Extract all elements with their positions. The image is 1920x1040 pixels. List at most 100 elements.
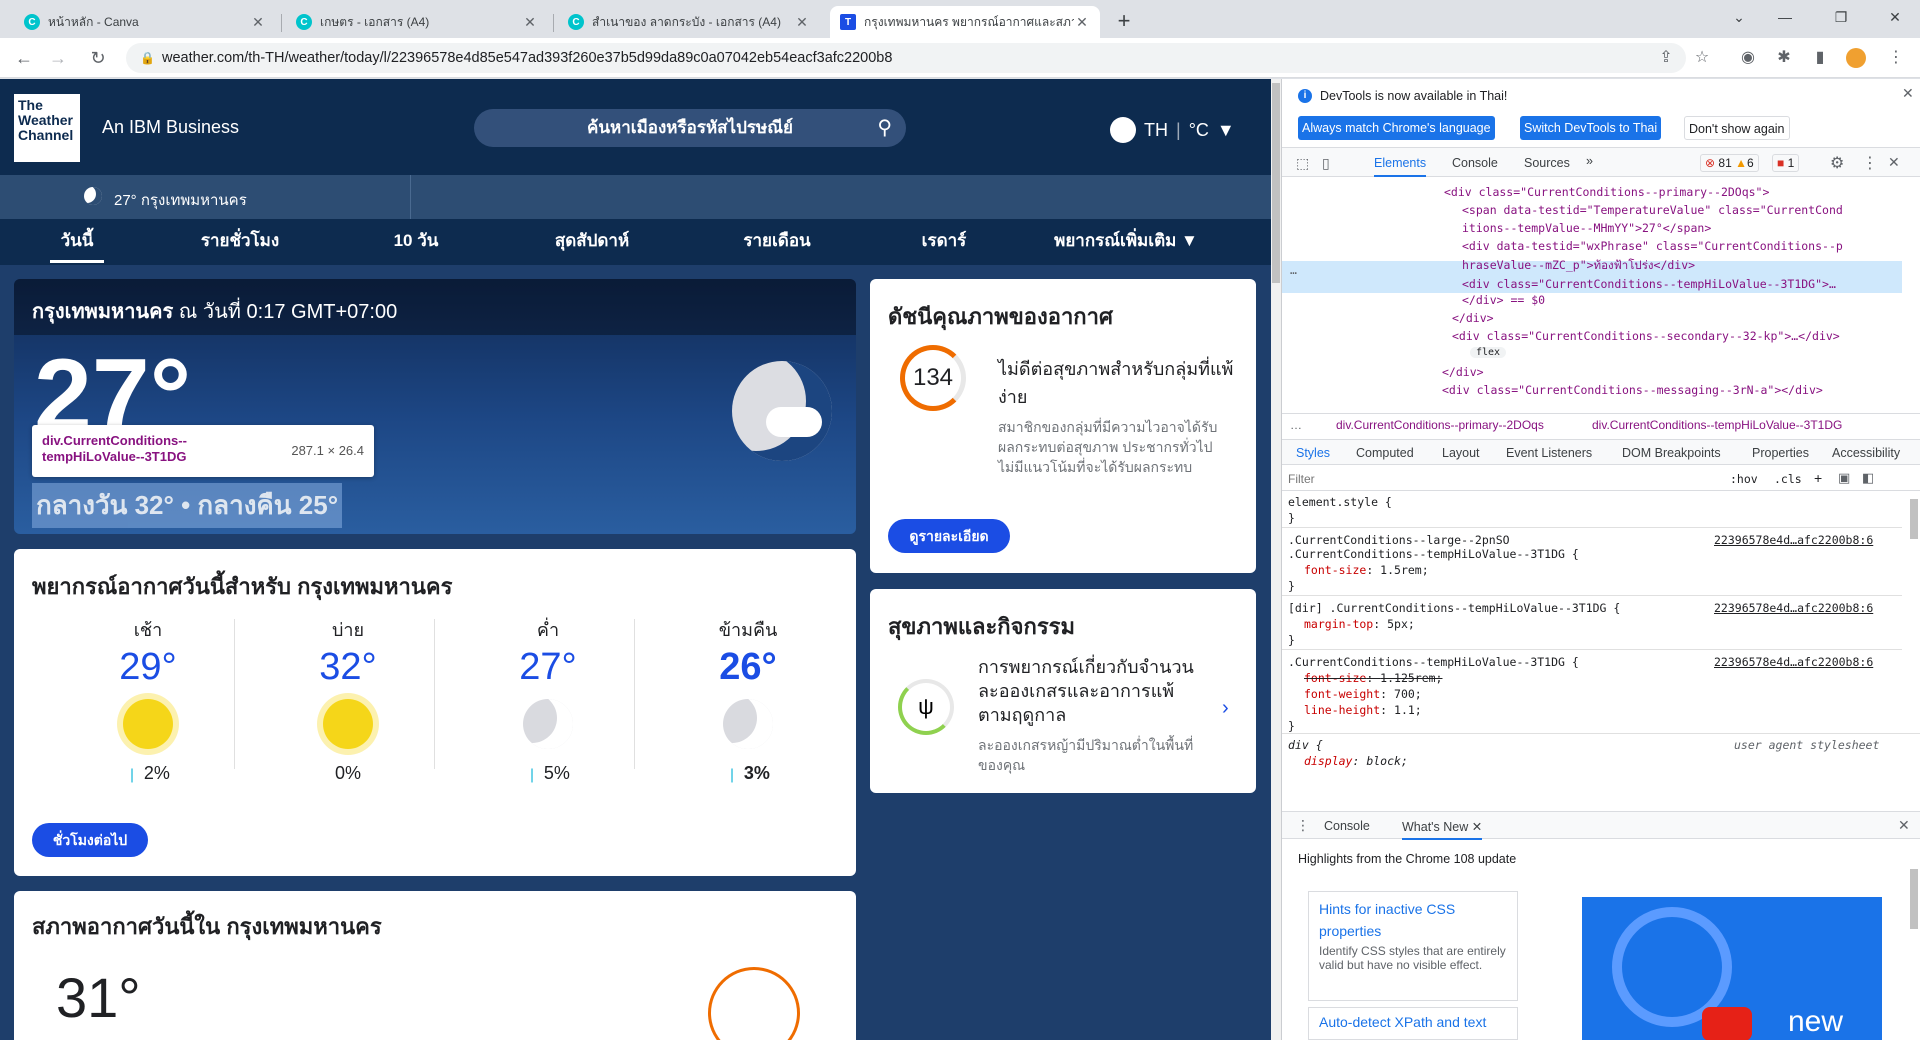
browser-tab-3[interactable]: C สำเนาของ ลาดกระบัง - เอกสาร (A4) ✕ <box>558 6 820 38</box>
tab-search-icon[interactable]: ⌄ <box>1716 0 1762 34</box>
close-tab-icon[interactable]: ✕ <box>1074 14 1090 31</box>
rule-source-link[interactable]: 22396578e4d…afc2200b8:6 <box>1714 655 1873 669</box>
breadcrumb-item[interactable]: div.CurrentConditions--primary--2DOqs <box>1336 418 1544 432</box>
location-search-input[interactable]: ค้นหาเมืองหรือรหัสไปรษณีย์ ⚲ <box>474 109 906 147</box>
css-declaration[interactable]: font-size: 1.5rem; <box>1304 563 1429 577</box>
dont-show-button[interactable]: Don't show again <box>1684 116 1790 140</box>
nav-10day[interactable]: 10 วัน <box>378 219 454 265</box>
page-scrollbar[interactable] <box>1271 79 1281 1040</box>
browser-tab-active[interactable]: T กรุงเทพมหานคร พยากรณ์อากาศและสภาพ ✕ <box>830 6 1100 38</box>
new-tab-button[interactable]: + <box>1110 8 1138 36</box>
subtab-event-listeners[interactable]: Event Listeners <box>1506 446 1592 460</box>
profile-avatar[interactable] <box>1846 48 1866 68</box>
rule-source-link[interactable]: 22396578e4d…afc2200b8:6 <box>1714 533 1873 547</box>
search-icon[interactable]: ⚲ <box>877 109 892 147</box>
ellipsis-icon[interactable]: … <box>1290 418 1302 432</box>
dom-node-selected[interactable]: <div class="CurrentConditions--tempHiLoV… <box>1462 277 1836 291</box>
settings-gear-icon[interactable]: ⚙ <box>1830 153 1844 173</box>
rule-source-link[interactable]: 22396578e4d…afc2200b8:6 <box>1714 601 1873 615</box>
nav-weekend[interactable]: สุดสัปดาห์ <box>542 219 642 265</box>
tab-console[interactable]: Console <box>1452 156 1498 170</box>
styles-scrollbar[interactable] <box>1910 499 1918 539</box>
close-tab-icon[interactable]: ✕ <box>522 14 538 31</box>
drawer-menu-icon[interactable]: ⋮ <box>1296 817 1310 834</box>
whats-new-card[interactable]: Hints for inactive CSS properties Identi… <box>1308 891 1518 1001</box>
dom-node[interactable]: </div> == $0 <box>1462 293 1545 307</box>
subtab-layout[interactable]: Layout <box>1442 446 1480 460</box>
close-tab-icon[interactable]: ✕ <box>250 14 266 31</box>
flex-badge[interactable]: flex <box>1470 347 1507 358</box>
nav-more-forecasts[interactable]: พยากรณ์เพิ่มเติม ▼ <box>1046 219 1206 265</box>
dom-node[interactable]: <div data-testid="wxPhrase" class="Curre… <box>1462 239 1843 253</box>
toggle-sidebar-icon[interactable]: ◧ <box>1862 470 1874 486</box>
hov-toggle[interactable]: :hov <box>1730 472 1758 486</box>
bookmark-star-icon[interactable]: ☆ <box>1692 48 1712 68</box>
dom-node[interactable]: <div class="CurrentConditions--primary--… <box>1444 185 1769 199</box>
dom-node[interactable]: itions--tempValue--MHmYY">27°</span> <box>1462 221 1711 235</box>
css-declaration[interactable]: font-weight: 700; <box>1304 687 1422 701</box>
dom-node[interactable]: </div> <box>1442 365 1484 379</box>
drawer-tab-console[interactable]: Console <box>1324 819 1370 833</box>
reload-icon[interactable]: ↻ <box>84 44 112 72</box>
extensions-icon[interactable]: ✱ <box>1774 48 1794 68</box>
css-declaration[interactable]: margin-top: 5px; <box>1304 617 1415 631</box>
subtab-computed[interactable]: Computed <box>1356 446 1414 460</box>
nav-radar[interactable]: เรดาร์ <box>914 219 974 265</box>
tab-elements[interactable]: Elements <box>1374 156 1427 177</box>
add-rule-icon[interactable]: + <box>1814 470 1822 486</box>
more-tabs-icon[interactable]: » <box>1586 154 1593 168</box>
share-icon[interactable]: ⇪ <box>1656 48 1676 68</box>
nav-hourly[interactable]: รายชั่วโมง <box>190 219 290 265</box>
menu-kebab-icon[interactable]: ⋮ <box>1886 48 1906 68</box>
subtab-dom-breakpoints[interactable]: DOM Breakpoints <box>1622 446 1721 460</box>
error-warning-counter[interactable]: ⊗ 81 ▲6 <box>1700 154 1759 172</box>
chevron-right-icon[interactable]: › <box>1222 697 1229 720</box>
subtab-styles[interactable]: Styles <box>1296 446 1330 460</box>
inspect-element-icon[interactable]: ⬚ <box>1296 155 1309 172</box>
close-notice-icon[interactable]: ✕ <box>1902 85 1914 102</box>
browser-tab-1[interactable]: C หน้าหลัก - Canva ✕ <box>14 6 276 38</box>
browser-tab-2[interactable]: C เกษตร - เอกสาร (A4) ✕ <box>286 6 548 38</box>
breadcrumb-item[interactable]: div.CurrentConditions--tempHiLoValue--3T… <box>1592 418 1842 432</box>
subtab-accessibility[interactable]: Accessibility <box>1832 446 1900 460</box>
close-tab-icon[interactable]: ✕ <box>1472 820 1482 834</box>
weather-channel-logo[interactable]: The Weather Channel <box>14 94 80 162</box>
cls-toggle[interactable]: .cls <box>1774 472 1802 486</box>
close-tab-icon[interactable]: ✕ <box>794 14 810 31</box>
css-declaration[interactable]: line-height: 1.1; <box>1304 703 1422 717</box>
dom-node[interactable]: </div> <box>1452 311 1494 325</box>
css-declaration-overridden[interactable]: font-size: 1.125rem; <box>1304 671 1442 685</box>
close-window-icon[interactable]: ✕ <box>1872 0 1918 34</box>
whats-new-video[interactable]: new <box>1582 897 1882 1040</box>
health-activities-card[interactable]: สุขภาพและกิจกรรม ψ การพยากรณ์เกี่ยวกับจำ… <box>870 589 1256 793</box>
aqi-details-button[interactable]: ดูรายละเอียด <box>888 519 1010 553</box>
minimize-icon[interactable]: — <box>1762 0 1808 34</box>
forward-icon[interactable]: → <box>44 44 72 72</box>
drawer-scrollbar[interactable] <box>1910 869 1918 929</box>
whats-new-card[interactable]: Auto-detect XPath and text <box>1308 1007 1518 1040</box>
camera-icon[interactable]: ◉ <box>1738 48 1758 68</box>
match-language-button[interactable]: Always match Chrome's language <box>1298 116 1495 140</box>
recent-location[interactable]: 27° กรุงเทพมหานคร <box>114 188 247 212</box>
card-title[interactable]: Hints for inactive CSS properties <box>1319 898 1507 942</box>
restore-icon[interactable]: ❐ <box>1818 0 1864 34</box>
nav-monthly[interactable]: รายเดือน <box>730 219 824 265</box>
tab-sources[interactable]: Sources <box>1524 156 1570 170</box>
dom-node[interactable]: hraseValue--mZC_p">ท้องฟ้าโปร่ง</div> <box>1462 257 1695 275</box>
back-icon[interactable]: ← <box>10 44 38 72</box>
devtools-menu-icon[interactable]: ⋮ <box>1862 153 1878 173</box>
dom-node[interactable]: <span data-testid="TemperatureValue" cla… <box>1462 203 1843 217</box>
side-panel-icon[interactable]: ▮ <box>1810 48 1830 68</box>
drawer-tab-whats-new[interactable]: What's New ✕ <box>1402 819 1483 840</box>
ellipsis-icon[interactable]: … <box>1290 263 1297 277</box>
close-devtools-icon[interactable]: ✕ <box>1888 154 1900 171</box>
card-title[interactable]: Auto-detect XPath and text <box>1319 1014 1507 1030</box>
device-toolbar-icon[interactable]: ▯ <box>1322 155 1330 172</box>
dom-node[interactable]: <div class="CurrentConditions--messaging… <box>1442 383 1823 397</box>
address-bar[interactable]: 🔒 weather.com/th-TH/weather/today/l/2239… <box>126 43 1686 73</box>
styles-filter-input[interactable] <box>1288 470 1668 488</box>
subtab-properties[interactable]: Properties <box>1752 446 1809 460</box>
close-drawer-icon[interactable]: ✕ <box>1898 817 1910 834</box>
dom-node[interactable]: <div class="CurrentConditions--secondary… <box>1452 329 1840 343</box>
color-format-icon[interactable]: ▣ <box>1838 470 1850 486</box>
